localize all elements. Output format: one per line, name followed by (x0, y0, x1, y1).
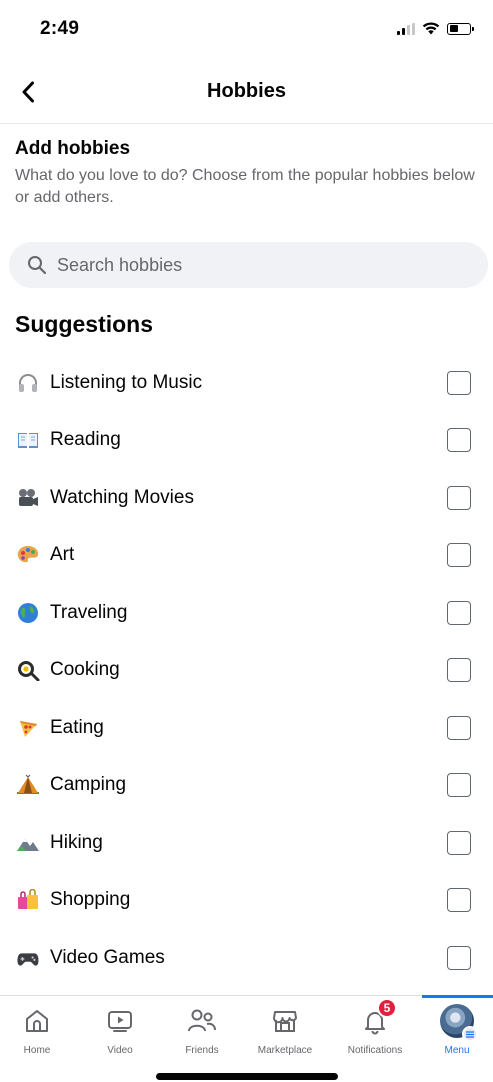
hobby-label: Reading (50, 429, 121, 451)
pizza-icon (16, 716, 40, 740)
search-bar[interactable] (9, 242, 488, 288)
tab-label: Marketplace (257, 1045, 313, 1056)
hobby-item-shopping[interactable]: Shopping (0, 872, 493, 930)
tab-marketplace[interactable]: Marketplace (242, 1004, 328, 1056)
hobby-checkbox[interactable] (447, 543, 471, 568)
hobby-checkbox[interactable] (447, 773, 471, 798)
cellular-signal-icon (397, 22, 415, 35)
hobby-item-reading[interactable]: Reading (0, 412, 493, 470)
film-camera-icon (16, 486, 40, 510)
status-time: 2:49 (40, 18, 80, 39)
hobby-label: Watching Movies (50, 486, 194, 508)
avatar-container (440, 1004, 478, 1042)
frying-pan-icon (16, 658, 40, 682)
status-bar: 2:49 (0, 0, 493, 60)
header: Hobbies (0, 62, 493, 124)
home-icon (20, 1004, 54, 1038)
tab-label: Notifications (347, 1045, 403, 1056)
hobby-label: Hiking (50, 831, 103, 853)
hobby-checkbox[interactable] (447, 830, 471, 855)
hobby-checkbox[interactable] (447, 658, 471, 683)
hobby-checkbox[interactable] (447, 485, 471, 510)
hobby-label: Eating (50, 716, 104, 738)
menu-icon (462, 1026, 478, 1042)
hobby-item-traveling[interactable]: Traveling (0, 584, 493, 642)
search-icon (28, 256, 47, 275)
status-icons (397, 22, 474, 35)
hobby-item-art[interactable]: Art (0, 527, 493, 585)
wifi-icon (422, 22, 440, 35)
intro-section: Add hobbies What do you love to do? Choo… (15, 138, 475, 209)
home-indicator (156, 1073, 338, 1080)
hobby-label: Traveling (50, 601, 128, 623)
page-title: Hobbies (207, 80, 286, 102)
tent-icon (16, 773, 40, 797)
hobby-label: Camping (50, 774, 127, 796)
book-icon (16, 428, 40, 452)
hobby-checkbox[interactable] (447, 428, 471, 453)
headphones-icon (16, 371, 40, 395)
hobby-item-cooking[interactable]: Cooking (0, 642, 493, 700)
intro-title: Add hobbies (15, 138, 131, 159)
active-tab-indicator (422, 995, 493, 998)
hobby-item-eating[interactable]: Eating (0, 699, 493, 757)
tab-label: Friends (185, 1045, 219, 1056)
notification-badge: 5 (377, 998, 397, 1018)
hobby-item-listening-to-music[interactable]: Listening to Music (0, 354, 493, 412)
hobby-item-video-games[interactable]: Video Games (0, 929, 493, 987)
marketplace-icon (268, 1004, 302, 1038)
bottom-tab-bar: Home Video Friends Marketplace 5 Notific… (0, 995, 493, 1082)
shopping-bags-icon (16, 888, 40, 912)
tab-label: Video (107, 1045, 133, 1056)
suggestions-title: Suggestions (15, 311, 154, 337)
battery-icon (447, 22, 474, 35)
hobby-item-camping[interactable]: Camping (0, 757, 493, 815)
game-controller-icon (16, 946, 40, 970)
tab-friends[interactable]: Friends (159, 1004, 245, 1056)
hobby-checkbox[interactable] (447, 600, 471, 625)
intro-description: What do you love to do? Choose from the … (15, 167, 475, 206)
tab-home[interactable]: Home (0, 1004, 80, 1056)
tab-video[interactable]: Video (77, 1004, 163, 1056)
hobby-label: Art (50, 544, 75, 566)
hobby-item-watching-movies[interactable]: Watching Movies (0, 469, 493, 527)
tab-label: Home (23, 1045, 51, 1056)
bell-icon: 5 (358, 998, 397, 1038)
tab-notifications[interactable]: 5 Notifications (332, 998, 418, 1056)
hobby-checkbox[interactable] (447, 888, 471, 913)
hobby-checkbox[interactable] (447, 945, 471, 970)
tab-label: Menu (444, 1045, 470, 1056)
avatar (440, 1004, 478, 1042)
globe-icon (16, 601, 40, 625)
search-input[interactable] (57, 254, 488, 276)
palette-icon (16, 543, 40, 567)
tab-menu[interactable]: Menu (414, 1004, 493, 1056)
hobby-label: Listening to Music (50, 371, 203, 393)
video-icon (103, 1004, 137, 1038)
hobby-item-hiking[interactable]: Hiking (0, 814, 493, 872)
hobby-label: Video Games (50, 946, 165, 968)
hobby-label: Cooking (50, 659, 120, 681)
mountain-icon (16, 831, 40, 855)
hobby-list: Listening to Music Reading Watching Movi… (0, 354, 493, 987)
friends-icon (185, 1004, 219, 1038)
hobby-checkbox[interactable] (447, 715, 471, 740)
hobby-label: Shopping (50, 889, 131, 911)
hobby-checkbox[interactable] (447, 370, 471, 395)
